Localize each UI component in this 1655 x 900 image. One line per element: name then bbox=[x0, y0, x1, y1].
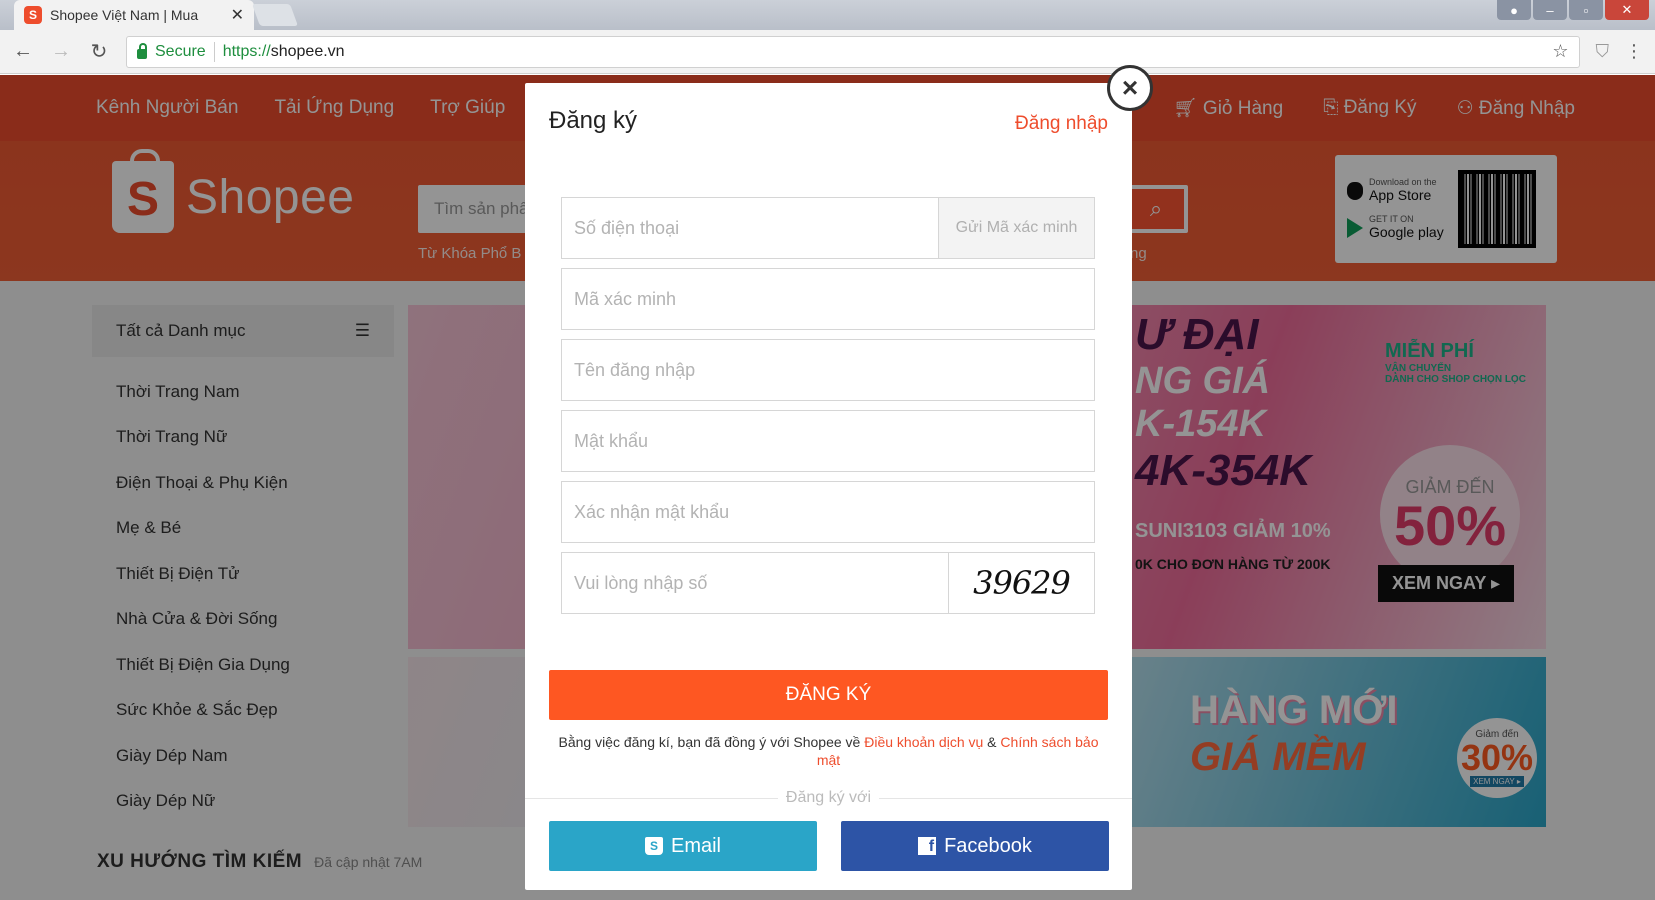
confirm-password-input[interactable] bbox=[562, 482, 1094, 542]
password-field bbox=[561, 410, 1095, 472]
divider-label: Đăng ký với bbox=[785, 789, 872, 806]
browser-toolbar: ← → ↻ Secure https://shopee.vn ☆ ⛉ ⋮ bbox=[0, 30, 1655, 74]
window-close-icon[interactable]: ✕ bbox=[1605, 0, 1649, 20]
verification-code-input[interactable] bbox=[562, 269, 1094, 329]
url-host: shopee.vn bbox=[270, 42, 345, 60]
address-bar[interactable]: Secure https://shopee.vn ☆ bbox=[126, 35, 1580, 68]
confirm-password-field bbox=[561, 481, 1095, 543]
modal-title: Đăng ký bbox=[549, 107, 638, 134]
secure-label: Secure bbox=[155, 42, 206, 60]
minimize-icon[interactable]: – bbox=[1533, 0, 1567, 20]
reload-icon[interactable]: ↻ bbox=[88, 39, 110, 64]
captcha-image[interactable]: 39629 bbox=[948, 553, 1094, 613]
extension-shield-icon[interactable]: ⛉ bbox=[1596, 41, 1610, 62]
password-input[interactable] bbox=[562, 411, 1094, 471]
email-button-label: Email bbox=[670, 834, 721, 857]
back-arrow-icon[interactable]: ← bbox=[12, 40, 34, 63]
divider bbox=[213, 41, 215, 62]
captcha-field: 39629 bbox=[561, 552, 1095, 614]
terms-text: Bằng việc đăng kí, bạn đã đồng ý với Sho… bbox=[549, 733, 1108, 769]
phone-input[interactable] bbox=[562, 198, 938, 258]
browser-tab-bar: S Shopee Việt Nam | Mua ✕ ● – ▫ ✕ bbox=[0, 0, 1655, 30]
profile-icon[interactable]: ● bbox=[1497, 0, 1531, 20]
username-field bbox=[561, 339, 1095, 401]
captcha-input[interactable] bbox=[562, 553, 948, 613]
shopee-bag-small-icon: S bbox=[644, 837, 663, 855]
forward-arrow-icon[interactable]: → bbox=[50, 40, 72, 63]
verification-code-field bbox=[561, 268, 1095, 330]
window-controls: ● – ▫ ✕ bbox=[1497, 0, 1649, 20]
username-input[interactable] bbox=[562, 340, 1094, 400]
facebook-icon: f bbox=[918, 837, 937, 855]
email-register-button[interactable]: S Email bbox=[549, 821, 817, 871]
register-button[interactable]: ĐĂNG KÝ bbox=[549, 670, 1108, 720]
close-icon[interactable]: × bbox=[1107, 65, 1153, 111]
tab-title: Shopee Việt Nam | Mua bbox=[50, 7, 199, 23]
url: https://shopee.vn bbox=[223, 43, 345, 61]
terms-prefix: Bằng việc đăng kí, bạn đã đồng ý với Sho… bbox=[558, 734, 865, 750]
login-link[interactable]: Đăng nhập bbox=[1015, 113, 1108, 135]
new-tab-button[interactable] bbox=[251, 4, 299, 26]
browser-tab[interactable]: S Shopee Việt Nam | Mua ✕ bbox=[14, 0, 254, 30]
shopee-favicon-icon: S bbox=[24, 6, 42, 24]
facebook-register-button[interactable]: f Facebook bbox=[841, 821, 1109, 871]
facebook-button-label: Facebook bbox=[944, 834, 1032, 857]
browser-menu-icon[interactable]: ⋮ bbox=[1625, 41, 1643, 62]
tab-close-icon[interactable]: ✕ bbox=[231, 5, 244, 25]
bookmark-star-icon[interactable]: ☆ bbox=[1552, 41, 1568, 62]
terms-of-service-link[interactable]: Điều khoản dịch vụ bbox=[864, 734, 983, 750]
url-protocol: https:// bbox=[222, 42, 271, 60]
terms-and: & bbox=[983, 734, 1001, 750]
register-with-divider: Đăng ký với bbox=[525, 788, 1132, 808]
send-code-button[interactable]: Gửi Mã xác minh bbox=[938, 198, 1094, 258]
maximize-icon[interactable]: ▫ bbox=[1569, 0, 1603, 20]
phone-field: Gửi Mã xác minh bbox=[561, 197, 1095, 259]
register-modal: Đăng ký Đăng nhập Gửi Mã xác minh 39629 … bbox=[525, 83, 1132, 890]
lock-icon bbox=[137, 42, 147, 59]
